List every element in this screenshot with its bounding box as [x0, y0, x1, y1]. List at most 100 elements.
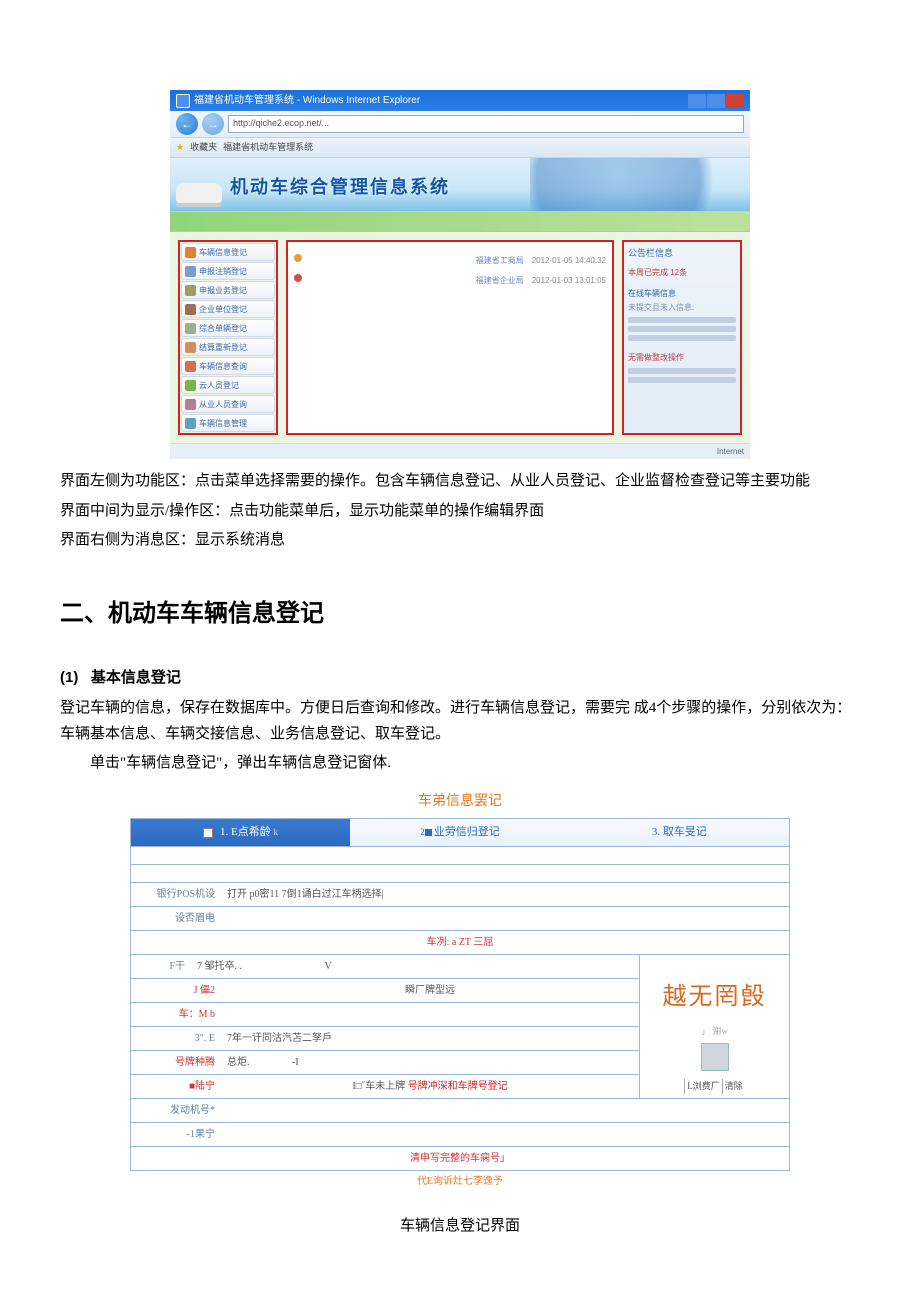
empty-row [130, 865, 790, 883]
embedded-screenshot: 福建省机动车管理系统 - Windows Internet Explorer ←… [170, 90, 750, 459]
photo-sub-text: 」 谢w [701, 1024, 728, 1039]
field-value[interactable] [221, 1003, 639, 1026]
thumbnail-box[interactable] [701, 1043, 729, 1071]
close-icon[interactable] [726, 94, 744, 108]
menu-icon [185, 380, 196, 391]
photo-area: 越无罔㲃 」 谢w L浏费厂 清除 [640, 955, 790, 1099]
form-row: 车：M b [130, 1003, 640, 1027]
page-banner: 机动车综合管理信息系统 [170, 158, 750, 212]
list-item[interactable]: 福建省企业局 2012-01-03 13:01:05 [294, 274, 606, 288]
form-hint: 清申写完整的车痫号」 [130, 1147, 790, 1171]
form-row: 发动机号* [130, 1099, 790, 1123]
form-screenshot: 1. E点希龄 k 2业劳信归登记 3. 取车旻记 银行POS机设 打开 p0密… [130, 818, 790, 1171]
car-icon [176, 183, 222, 207]
field-value[interactable] [221, 1099, 789, 1122]
menu-icon [185, 266, 196, 277]
sidebar-item[interactable]: 车辆信息管理 [181, 414, 275, 432]
sidebar-item[interactable]: 申报业务登记 [181, 281, 275, 299]
field-value[interactable] [221, 1123, 789, 1146]
sidebar-item[interactable]: 结算重新登记 [181, 338, 275, 356]
sidebar-item[interactable]: 从业人员查询 [181, 395, 275, 413]
field-label: 车：M b [131, 1003, 221, 1026]
field-value[interactable]: I□˝车未上牌 号牌冲深和车牌号登记 [221, 1075, 639, 1098]
minimize-icon[interactable] [688, 94, 706, 108]
sidebar-item[interactable]: 申报注销登记 [181, 262, 275, 280]
form-row: F干 7 邹托卒. . V [130, 955, 640, 979]
field-label: 银行POS机设 [131, 883, 221, 906]
form-footnote: 代E询诉灶七李逸予 [60, 1173, 860, 1190]
list-item[interactable]: 福建省工商局 2012-01-05 14:40:32 [294, 254, 606, 268]
sidebar-item[interactable]: 云人员登记 [181, 376, 275, 394]
bullet-icon [294, 254, 302, 262]
favorites-label: 收藏夹 [190, 140, 217, 155]
menu-icon [185, 342, 196, 353]
right-panel-highlight: 无需做整改操作 [628, 351, 736, 365]
menu-icon [185, 399, 196, 410]
subsection-heading: (1) 基本信息登记 [60, 665, 860, 691]
right-panel-highlight: 本周已完成 12条 [628, 266, 736, 280]
star-icon[interactable]: ★ [176, 140, 184, 155]
field-value[interactable] [221, 907, 789, 930]
status-text: Internet [717, 445, 744, 459]
site-tab[interactable]: 福建省机动车管理系统 [223, 140, 313, 155]
field-value[interactable]: 7年一讦同沽汽苫二孥戶 [221, 1027, 639, 1050]
field-value[interactable]: 7 邹托卒. . V [191, 955, 639, 978]
status-bar: Internet [170, 443, 750, 459]
tab-step-2[interactable]: 2业劳信归登记 [350, 819, 569, 846]
sidebar: 车辆信息登记 申报注销登记 申报业务登记 企业单位登记 综合单辆登记 结算重新登… [178, 240, 278, 435]
placeholder-line [628, 335, 736, 341]
photo-buttons: L浏费厂 清除 [684, 1079, 745, 1094]
field-value[interactable]: 瞬厂牌型远 [221, 979, 639, 1002]
sidebar-item[interactable]: 车辆信息登记 [181, 243, 275, 261]
field-label: 3". E [131, 1027, 221, 1050]
empty-row [130, 847, 790, 865]
field-label: 设否眉电 [131, 907, 221, 930]
menu-icon [185, 304, 196, 315]
field-label: J 儡2 [131, 979, 221, 1002]
body-paragraph: 界面中间为显示/操作区：点击功能菜单后，显示功能菜单的操作编辑界面 [60, 499, 860, 525]
menu-icon [185, 323, 196, 334]
banner-title: 机动车综合管理信息系统 [230, 172, 450, 203]
tab-step-3[interactable]: 3. 取车旻记 [570, 819, 789, 846]
placeholder-line [628, 326, 736, 332]
right-panel-title: 公告栏信息 [628, 246, 736, 261]
figure-caption: 车辆信息登记界面 [60, 1214, 860, 1240]
bullet-icon [294, 274, 302, 282]
clear-button[interactable]: 清除 [722, 1079, 745, 1094]
field-value[interactable]: 打开 p0密11 7倒1诵白过江车柄选择| [221, 883, 789, 906]
section-heading: 二、机动车车辆信息登记 [60, 594, 860, 635]
field-label: F干 [131, 955, 191, 978]
nav-strip [170, 212, 750, 232]
right-panel-sub: 在线车辆信息 [628, 287, 736, 301]
menu-icon [185, 418, 196, 429]
field-value[interactable]: 总炬. -I [221, 1051, 639, 1074]
menu-icon [185, 285, 196, 296]
right-panel-sub2: 未提交且未入信息: [628, 301, 736, 315]
address-bar: ← → http://qiche2.ecop.net/... [170, 111, 750, 138]
tab-step-1[interactable]: 1. E点希龄 k [131, 819, 350, 846]
form-row: -1果宁 [130, 1123, 790, 1147]
center-panel: 福建省工商局 2012-01-05 14:40:32 福建省企业局 2012-0… [286, 240, 614, 435]
photo-placeholder-text: 越无罔㲃 [663, 959, 767, 1024]
field-label: 号牌种腾 [131, 1051, 221, 1074]
maximize-icon[interactable] [707, 94, 725, 108]
placeholder-line [628, 377, 736, 383]
body-paragraph: 登记车辆的信息，保存在数据库中。方便日后查询和修改。进行车辆信息登记，需要完 成… [60, 696, 860, 747]
url-input[interactable]: http://qiche2.ecop.net/... [228, 115, 744, 133]
body-paragraph: 界面右侧为消息区：显示系统消息 [60, 528, 860, 554]
placeholder-line [628, 368, 736, 374]
content-area: 车辆信息登记 申报注销登记 申报业务登记 企业单位登记 综合单辆登记 结算重新登… [170, 232, 750, 443]
section-divider: 车冽: a ZT 三屈 [130, 931, 790, 955]
sidebar-item[interactable]: 车辆信息查询 [181, 357, 275, 375]
tab-row: 1. E点希龄 k 2业劳信归登记 3. 取车旻记 [130, 818, 790, 847]
form-row-meidi: 设否眉电 [130, 907, 790, 931]
window-title: 福建省机动车管理系统 - Windows Internet Explorer [194, 92, 420, 109]
forward-button[interactable]: → [202, 113, 224, 135]
back-button[interactable]: ← [176, 113, 198, 135]
form-screenshot-title: 车弟信息罢记 [60, 789, 860, 813]
sidebar-item[interactable]: 综合单辆登记 [181, 319, 275, 337]
checkbox-icon [203, 828, 213, 838]
sidebar-item[interactable]: 企业单位登记 [181, 300, 275, 318]
form-row: 号牌种腾 总炬. -I [130, 1051, 640, 1075]
browse-button[interactable]: L浏费厂 [684, 1079, 722, 1094]
